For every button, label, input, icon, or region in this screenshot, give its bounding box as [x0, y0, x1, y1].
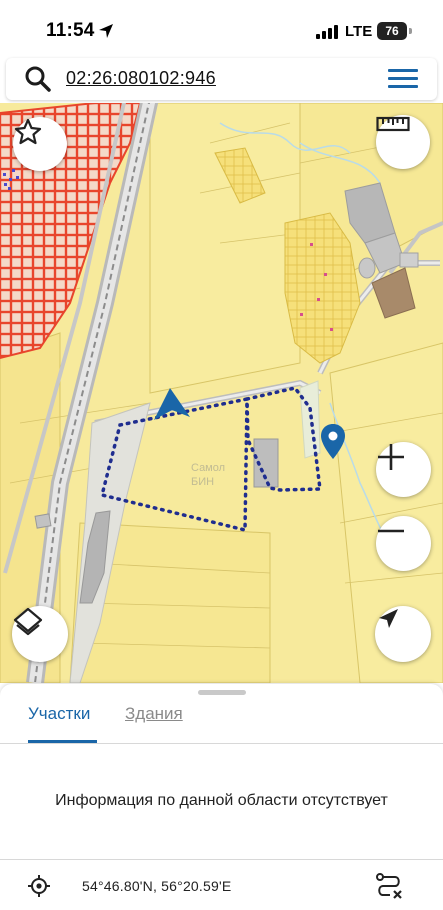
route-clear-icon[interactable] [374, 872, 404, 902]
navigation-arrow-icon [379, 609, 398, 628]
crosshair-icon[interactable] [28, 875, 50, 897]
map-view[interactable]: Самол БИН [0, 103, 443, 683]
tab-buildings[interactable]: Здания [125, 704, 183, 724]
ruler-icon [376, 116, 410, 132]
status-bar: 11:54 LTE 76 [0, 0, 443, 58]
search-query[interactable]: 02:26:080102:946 [66, 68, 216, 89]
plus-icon [378, 444, 404, 470]
favorite-button[interactable] [13, 117, 67, 171]
menu-icon[interactable] [386, 67, 420, 91]
star-icon [14, 118, 42, 145]
watermark-line-2: БИН [191, 476, 215, 488]
info-message: Информация по данной области отсутствует [55, 792, 388, 809]
battery-cap [409, 28, 412, 34]
location-arrow-icon [99, 24, 113, 38]
coordinates-text[interactable]: 54°46.80'N, 56°20.59'E [82, 878, 231, 894]
battery-icon: 76 [377, 22, 407, 40]
map-canvas[interactable] [0, 103, 443, 683]
zoom-in-button[interactable] [376, 442, 431, 497]
bottom-sheet[interactable]: Участки Здания Информация по данной обла… [0, 684, 443, 910]
network-type: LTE [345, 23, 373, 40]
search-icon[interactable] [24, 65, 52, 93]
zoom-out-button[interactable] [376, 516, 431, 571]
map-pin-icon[interactable] [320, 423, 346, 461]
search-bar[interactable]: 02:26:080102:946 [6, 58, 437, 100]
layers-button[interactable] [12, 606, 68, 662]
status-time: 11:54 [46, 20, 95, 41]
sheet-divider [0, 743, 443, 744]
layers-icon [13, 607, 43, 636]
footer-divider [0, 859, 443, 860]
map-watermark: Самол БИН [191, 461, 225, 489]
watermark-line-1: Самол [191, 462, 226, 474]
sheet-grabber[interactable] [198, 690, 246, 695]
my-location-button[interactable] [375, 606, 431, 662]
heading-arrow-icon [154, 388, 190, 420]
ruler-button[interactable] [376, 115, 430, 169]
tab-parcels[interactable]: Участки [28, 704, 90, 724]
battery-level: 76 [385, 24, 399, 38]
minus-icon [378, 529, 404, 533]
signal-icon [316, 25, 338, 39]
